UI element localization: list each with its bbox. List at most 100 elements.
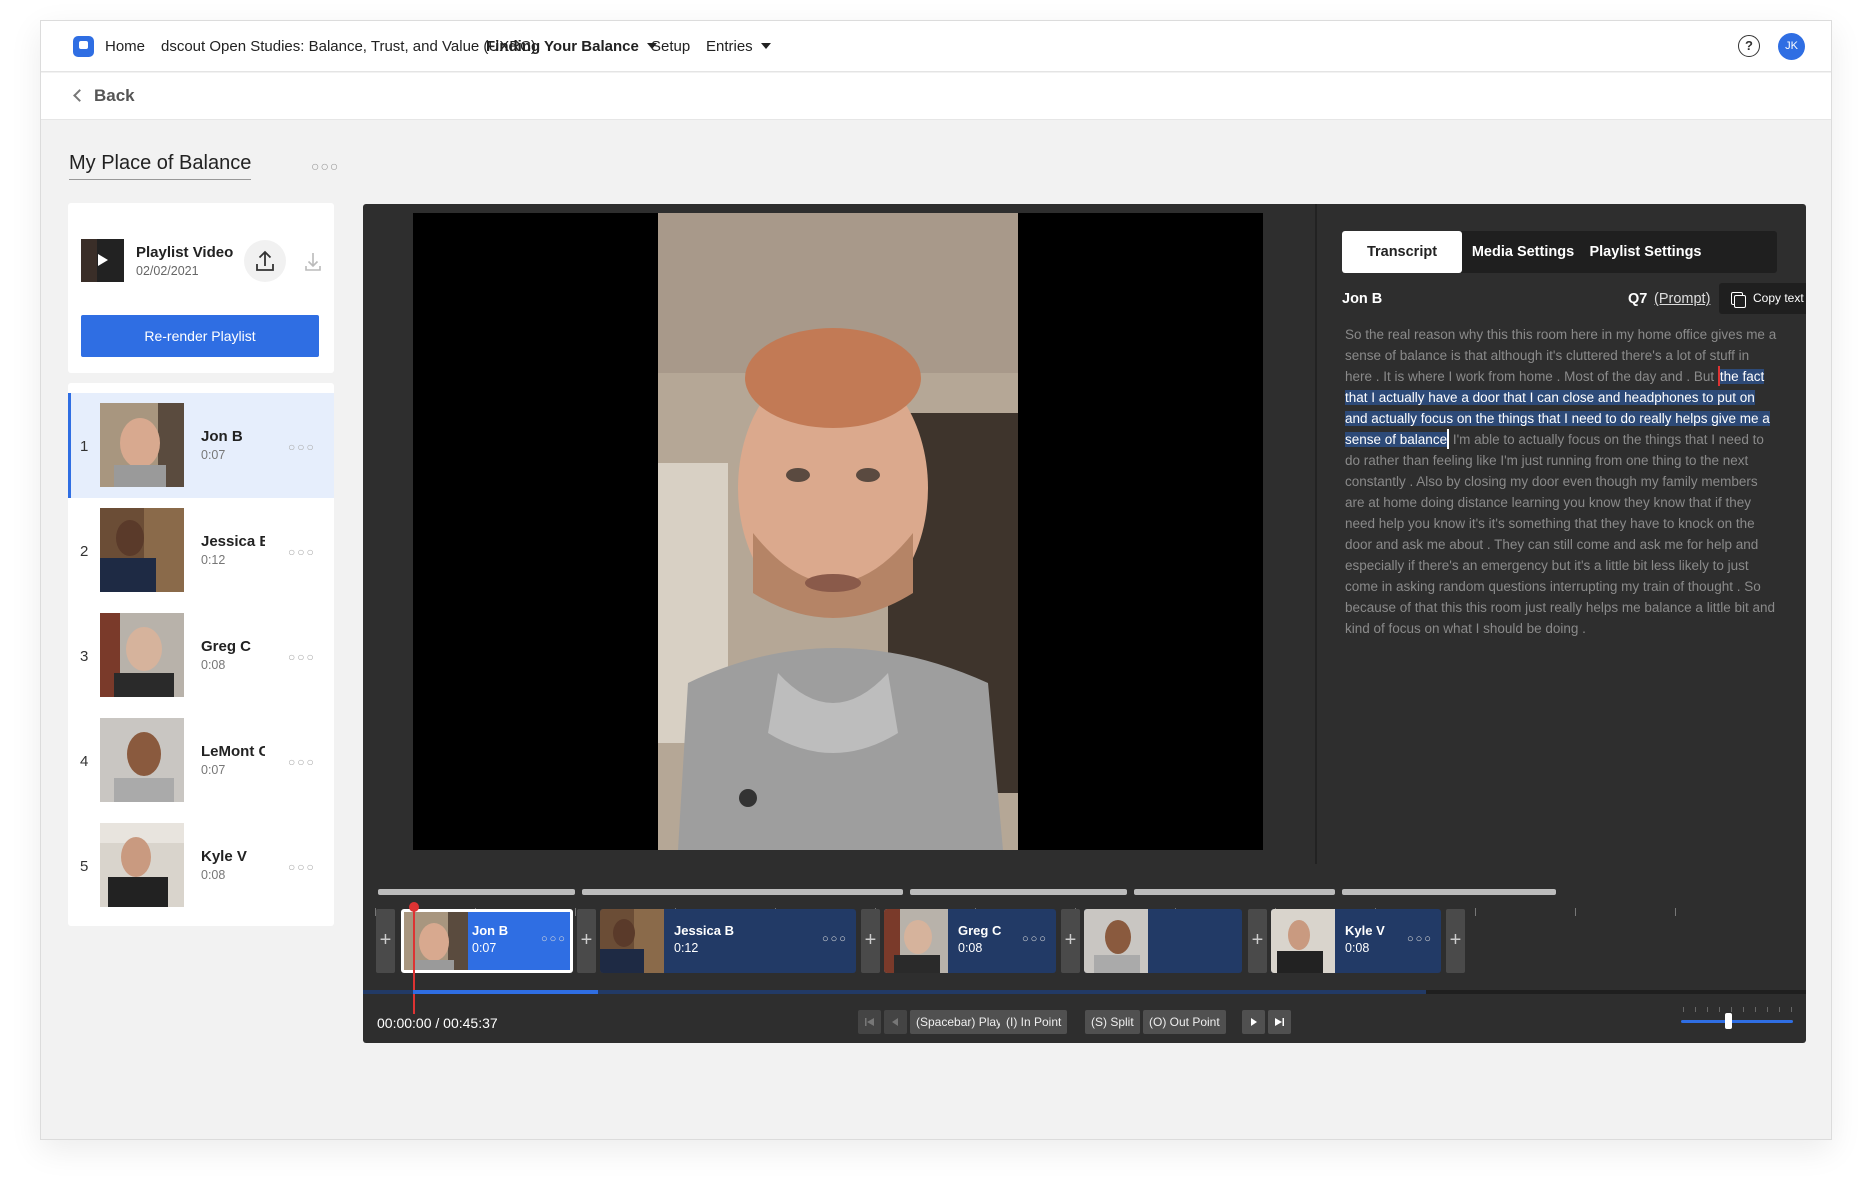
- more-icon[interactable]: ○○○: [288, 755, 316, 769]
- upload-icon: [256, 250, 274, 271]
- timeline-clip[interactable]: Jon B 0:07 ○○○: [401, 909, 573, 973]
- clip-name: Jon B: [472, 923, 509, 938]
- clip-duration: 0:07: [472, 941, 497, 955]
- item-duration: 0:08: [201, 658, 226, 672]
- play-icon: [98, 254, 108, 266]
- more-icon[interactable]: ○○○: [1022, 933, 1048, 945]
- add-clip-button[interactable]: +: [861, 909, 880, 973]
- tab-transcript[interactable]: Transcript: [1342, 231, 1462, 273]
- clip-thumbnail: [1084, 909, 1148, 973]
- more-icon[interactable]: ○○○: [1407, 933, 1433, 945]
- item-thumbnail: [100, 613, 184, 697]
- rerender-playlist-button[interactable]: Re-render Playlist: [81, 315, 319, 357]
- add-clip-button[interactable]: +: [1061, 909, 1080, 973]
- more-icon[interactable]: ○○○: [288, 545, 316, 559]
- item-name: Kyle V: [201, 848, 247, 865]
- tab-playlist-settings[interactable]: Playlist Settings: [1584, 231, 1707, 273]
- item-number: 4: [80, 753, 89, 770]
- video-player[interactable]: [413, 213, 1263, 850]
- nav-mission-dropdown[interactable]: Finding Your Balance: [486, 38, 657, 55]
- tab-media-settings[interactable]: Media Settings: [1462, 231, 1584, 273]
- app-window: Home dscout Open Studies: Balance, Trust…: [40, 20, 1832, 1140]
- transcript-text[interactable]: So the real reason why this this room he…: [1345, 324, 1777, 639]
- more-icon[interactable]: ○○○: [288, 440, 316, 454]
- timecode: 00:00:00 / 00:45:37: [377, 1015, 498, 1031]
- item-name: Jon B: [201, 428, 243, 445]
- skip-end-button[interactable]: [1268, 1010, 1291, 1034]
- app-logo-icon[interactable]: [73, 36, 94, 57]
- timeline-clip[interactable]: Jessica B 0:12 ○○○: [600, 909, 856, 973]
- item-thumbnail: [100, 823, 184, 907]
- video-editor: Transcript Media Settings Playlist Setti…: [363, 204, 1806, 1043]
- add-clip-button[interactable]: +: [577, 909, 596, 973]
- panel-tabs: Transcript Media Settings Playlist Setti…: [1342, 231, 1777, 273]
- item-duration: 0:07: [201, 763, 226, 777]
- clip-thumbnail: [600, 909, 664, 973]
- more-icon[interactable]: ○○○: [541, 933, 567, 945]
- page-title[interactable]: My Place of Balance: [69, 152, 252, 180]
- back-link[interactable]: Back: [94, 86, 135, 106]
- progress-played: [413, 990, 598, 994]
- item-number: 2: [80, 543, 89, 560]
- question-label: Q7: [1628, 291, 1648, 307]
- skip-start-button[interactable]: [858, 1010, 881, 1034]
- step-forward-button[interactable]: [1242, 1010, 1265, 1034]
- add-clip-button[interactable]: +: [376, 909, 395, 973]
- clip-duration: 0:08: [958, 941, 983, 955]
- download-icon: [305, 253, 321, 271]
- item-number: 5: [80, 858, 89, 875]
- timeline-clip[interactable]: Greg C 0:08 ○○○: [884, 909, 1056, 973]
- zoom-ticks: [1683, 1007, 1792, 1012]
- nav-mission-label: Finding Your Balance: [486, 38, 639, 55]
- zoom-slider-handle[interactable]: [1725, 1013, 1732, 1029]
- clip-name: Jessica B: [674, 923, 734, 938]
- nav-entries-dropdown[interactable]: Entries: [706, 38, 771, 55]
- video-frame: [658, 213, 1018, 850]
- add-clip-button[interactable]: +: [1446, 909, 1465, 973]
- timeline-clip[interactable]: Kyle V 0:08 ○○○: [1271, 909, 1441, 973]
- split-button[interactable]: (S) Split: [1085, 1010, 1140, 1034]
- playlist-item[interactable]: 4 LeMont C 0:07 ○○○: [68, 708, 334, 813]
- playlist-item[interactable]: 2 Jessica B 0:12 ○○○: [68, 498, 334, 603]
- step-back-button[interactable]: [884, 1010, 907, 1034]
- top-nav: Home dscout Open Studies: Balance, Trust…: [41, 21, 1831, 72]
- playlist-item[interactable]: 5 Kyle V 0:08 ○○○: [68, 813, 334, 918]
- nav-setup[interactable]: Setup: [651, 38, 690, 55]
- copy-text-button[interactable]: Copy text: [1719, 283, 1806, 314]
- nav-entries-label: Entries: [706, 38, 753, 55]
- item-duration: 0:07: [201, 448, 226, 462]
- item-name: Jessica B: [201, 533, 265, 550]
- transcript-after: I'm able to actually focus on the things…: [1345, 432, 1775, 636]
- playlist-video-thumbnail[interactable]: [81, 239, 124, 282]
- zoom-slider[interactable]: [1681, 1020, 1793, 1023]
- help-icon[interactable]: ?: [1738, 35, 1760, 57]
- step-forward-icon: [1251, 1018, 1257, 1026]
- back-chevron-icon[interactable]: [73, 89, 86, 102]
- clip-name: Greg C: [958, 923, 1002, 938]
- more-icon[interactable]: ○○○: [288, 650, 316, 664]
- skip-start-icon: [865, 1018, 874, 1026]
- timeline-clip[interactable]: [1084, 909, 1242, 973]
- playlist-item[interactable]: 3 Greg C 0:08 ○○○: [68, 603, 334, 708]
- more-icon[interactable]: ○○○: [822, 933, 848, 945]
- play-button[interactable]: (Spacebar) Play: [910, 1010, 1009, 1034]
- clip-duration: 0:12: [674, 941, 699, 955]
- playlist-item[interactable]: 1 Jon B 0:07 ○○○: [68, 393, 334, 498]
- nav-home[interactable]: Home: [105, 38, 145, 55]
- title-more-icon[interactable]: ○○○: [311, 158, 339, 174]
- playhead[interactable]: [409, 902, 419, 1014]
- copy-icon: [1731, 292, 1746, 308]
- copy-text-label: Copy text: [1753, 291, 1804, 305]
- prompt-link[interactable]: (Prompt): [1654, 291, 1710, 307]
- more-icon[interactable]: ○○○: [288, 860, 316, 874]
- nav-study[interactable]: dscout Open Studies: Balance, Trust, and…: [161, 38, 536, 55]
- skip-end-icon: [1275, 1018, 1284, 1026]
- in-point-button[interactable]: (I) In Point: [1000, 1010, 1068, 1034]
- upload-button[interactable]: [244, 240, 286, 282]
- item-number: 1: [80, 438, 89, 455]
- add-clip-button[interactable]: +: [1248, 909, 1267, 973]
- item-duration: 0:12: [201, 553, 226, 567]
- out-point-button[interactable]: (O) Out Point: [1143, 1010, 1226, 1034]
- download-button[interactable]: [292, 240, 334, 282]
- user-avatar[interactable]: JK: [1778, 33, 1805, 60]
